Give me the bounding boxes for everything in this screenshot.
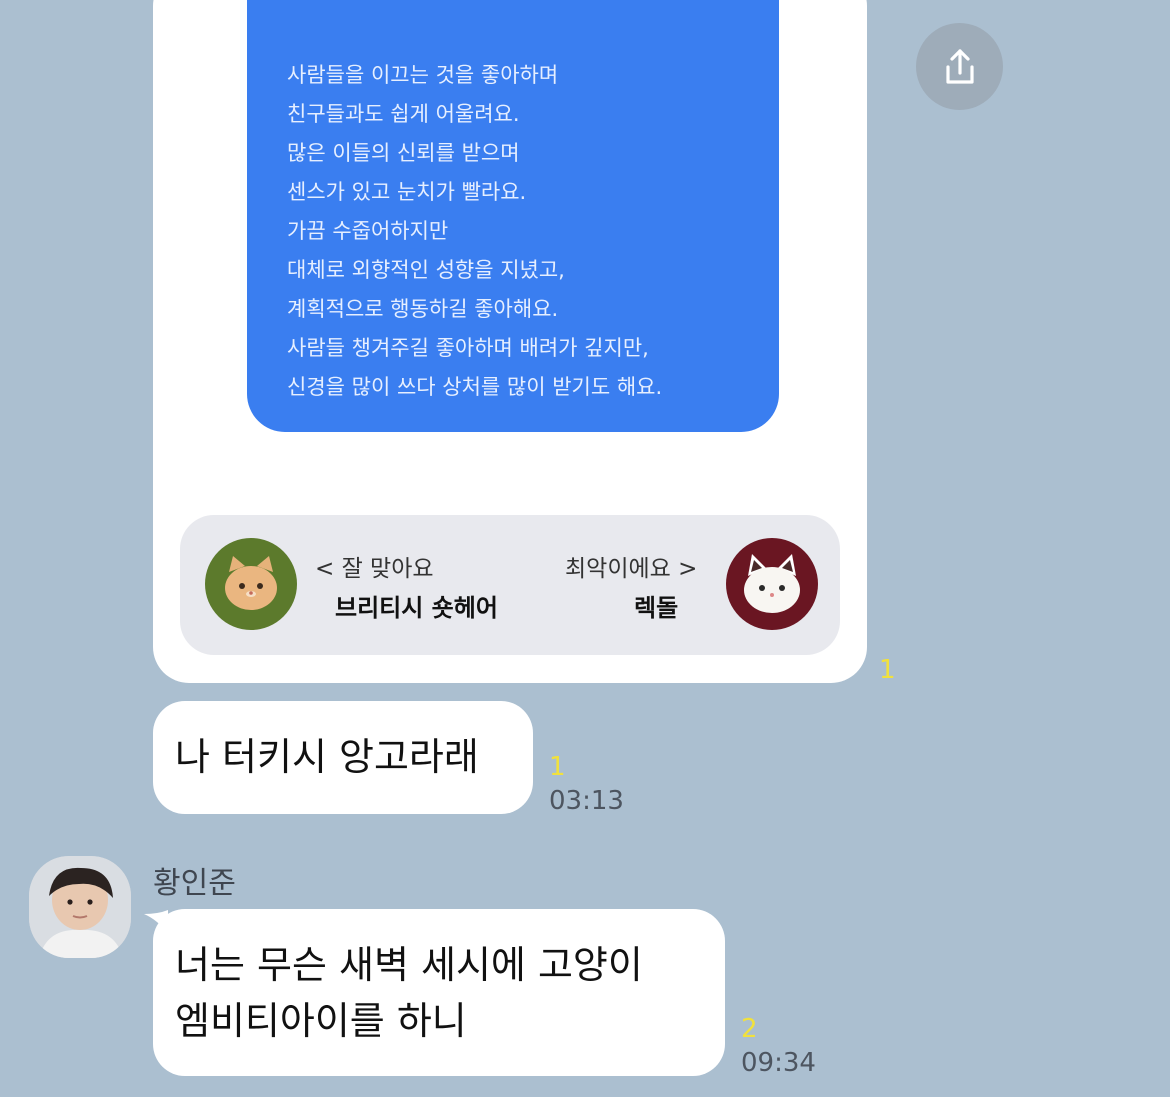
match-box: < 잘 맞아요 브리티시 숏헤어 최악이에요 > 렉돌 — [180, 515, 840, 655]
personality-line: 친구들과도 쉽게 어울려요. — [287, 102, 520, 126]
sender-name: 황인준 — [153, 866, 236, 901]
reply-line: 너는 무슨 새벽 세시에 고양이 — [175, 943, 643, 987]
personality-line: 계획적으로 행동하길 좋아해요. — [287, 297, 559, 321]
good-match-caption: < 잘 맞아요 — [315, 556, 434, 582]
message-text: 나 터키시 앙고라래 — [175, 735, 479, 779]
personality-panel: 사람들을 이끄는 것을 좋아하며 친구들과도 쉽게 어울려요. 많은 이들의 신… — [247, 0, 779, 432]
image-unread-count: 1 — [879, 655, 896, 685]
personality-line: 가끔 수줍어하지만 — [287, 219, 449, 243]
personality-line: 신경을 많이 쓰다 상처를 많이 받기도 해요. — [287, 375, 663, 399]
message-bubble[interactable]: 나 터키시 앙고라래 — [153, 701, 533, 814]
personality-line: 많은 이들의 신뢰를 받으며 — [287, 141, 520, 165]
avatar[interactable] — [29, 856, 131, 958]
share-icon — [945, 48, 974, 84]
good-match-name: 브리티시 숏헤어 — [335, 594, 498, 622]
personality-line: 사람들 챙겨주길 좋아하며 배려가 깊지만, — [287, 336, 649, 360]
shared-image-message[interactable]: 사람들을 이끄는 것을 좋아하며 친구들과도 쉽게 어울려요. 많은 이들의 신… — [153, 0, 867, 683]
reply-line: 엠비티아이를 하니 — [175, 999, 467, 1043]
reply-unread-count: 2 — [741, 1014, 758, 1044]
personality-line: 대체로 외향적인 성향을 지녔고, — [287, 258, 565, 282]
personality-line: 사람들을 이끄는 것을 좋아하며 — [287, 63, 559, 87]
bad-match-name: 렉돌 — [634, 594, 679, 622]
message-unread-count: 1 — [549, 752, 566, 782]
share-button[interactable] — [916, 23, 1003, 110]
personality-line: 센스가 있고 눈치가 빨라요. — [287, 180, 527, 204]
reply-time: 09:34 — [741, 1048, 816, 1078]
british-shorthair-cat-icon — [205, 538, 297, 630]
message-time: 03:13 — [549, 786, 624, 816]
bad-match-caption: 최악이에요 > — [565, 556, 698, 582]
personality-text: 사람들을 이끄는 것을 좋아하며 친구들과도 쉽게 어울려요. 많은 이들의 신… — [287, 56, 662, 407]
reply-bubble[interactable]: 너는 무슨 새벽 세시에 고양이 엠비티아이를 하니 — [153, 909, 725, 1076]
ragdoll-cat-icon — [726, 538, 818, 630]
